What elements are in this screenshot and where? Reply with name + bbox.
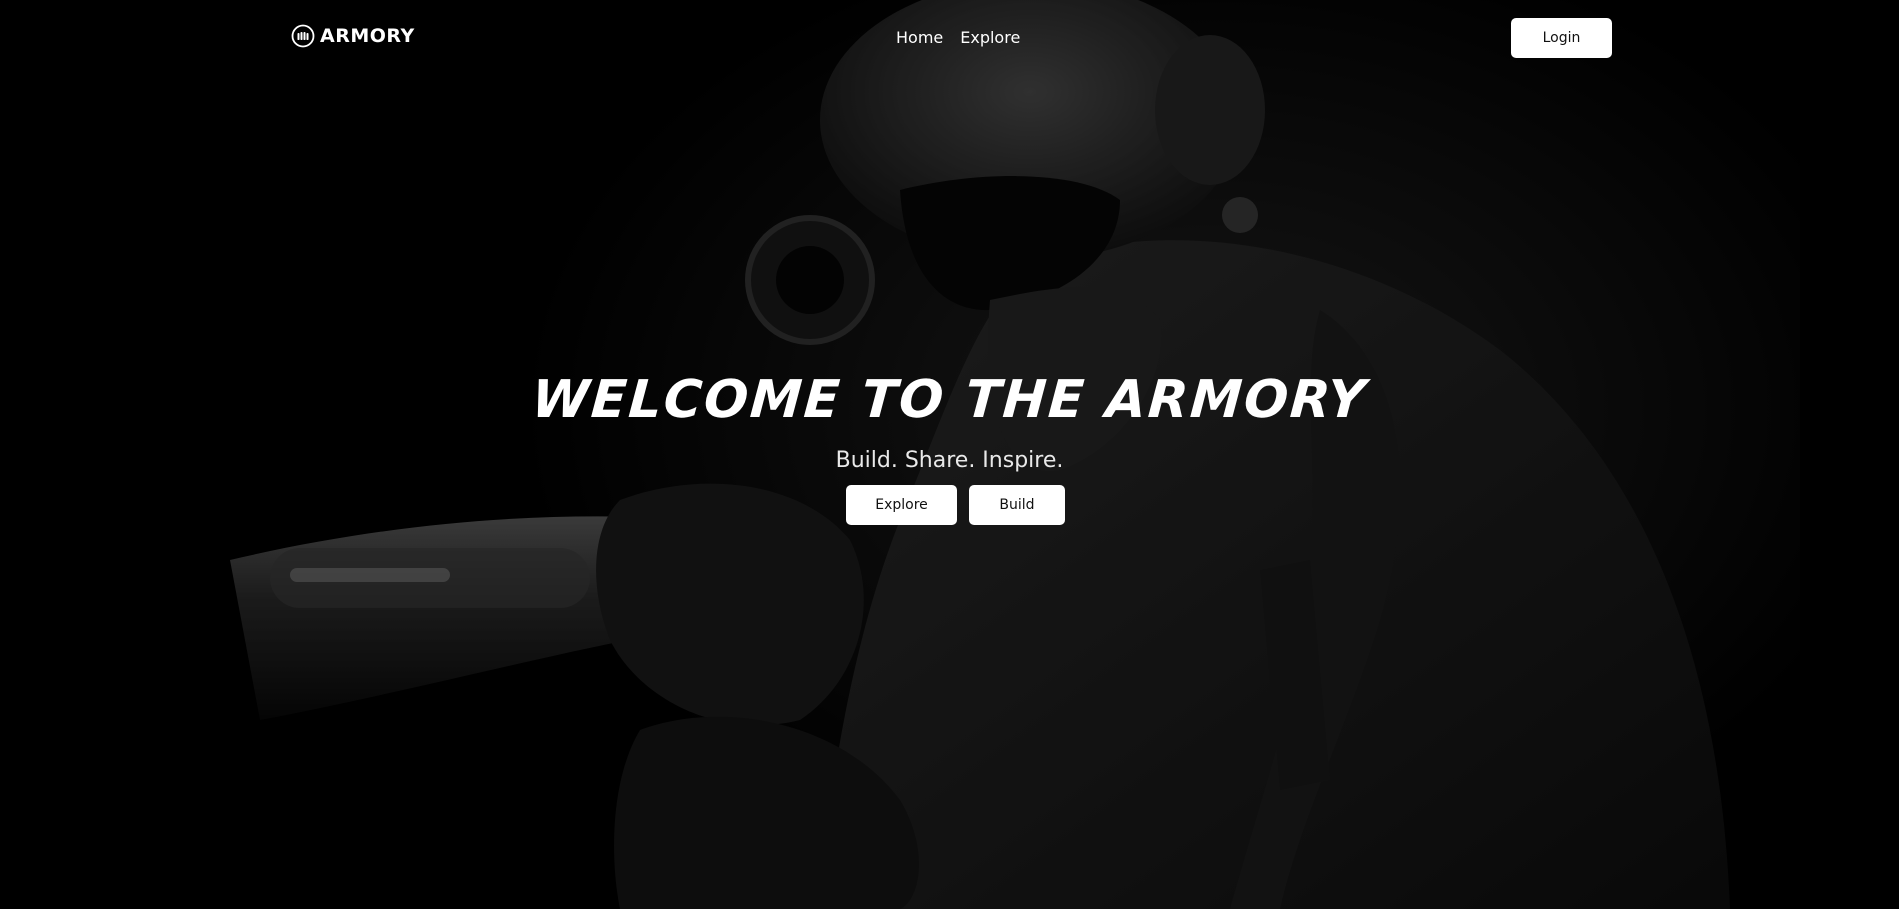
brand-logo[interactable]: ARMORY	[291, 24, 415, 48]
nav-link-explore[interactable]: Explore	[960, 28, 1020, 47]
explore-button[interactable]: Explore	[846, 485, 957, 525]
hero-subtitle: Build. Share. Inspire.	[835, 448, 1064, 473]
hero-section: WELCOME TO THE ARMORY Build. Share. Insp…	[0, 370, 1899, 525]
hero-title: WELCOME TO THE ARMORY	[529, 370, 1370, 430]
navbar: ARMORY Home Explore Login	[0, 0, 1899, 76]
nav-link-home[interactable]: Home	[896, 28, 943, 47]
login-button[interactable]: Login	[1511, 18, 1612, 58]
build-button[interactable]: Build	[969, 485, 1065, 525]
bullets-icon	[291, 24, 315, 48]
brand-name: ARMORY	[320, 25, 415, 47]
hero-actions: Explore Build	[0, 485, 1899, 525]
main-nav: Home Explore	[896, 28, 1020, 47]
landing-page: ARMORY Home Explore Login WELCOME TO THE…	[0, 0, 1899, 909]
